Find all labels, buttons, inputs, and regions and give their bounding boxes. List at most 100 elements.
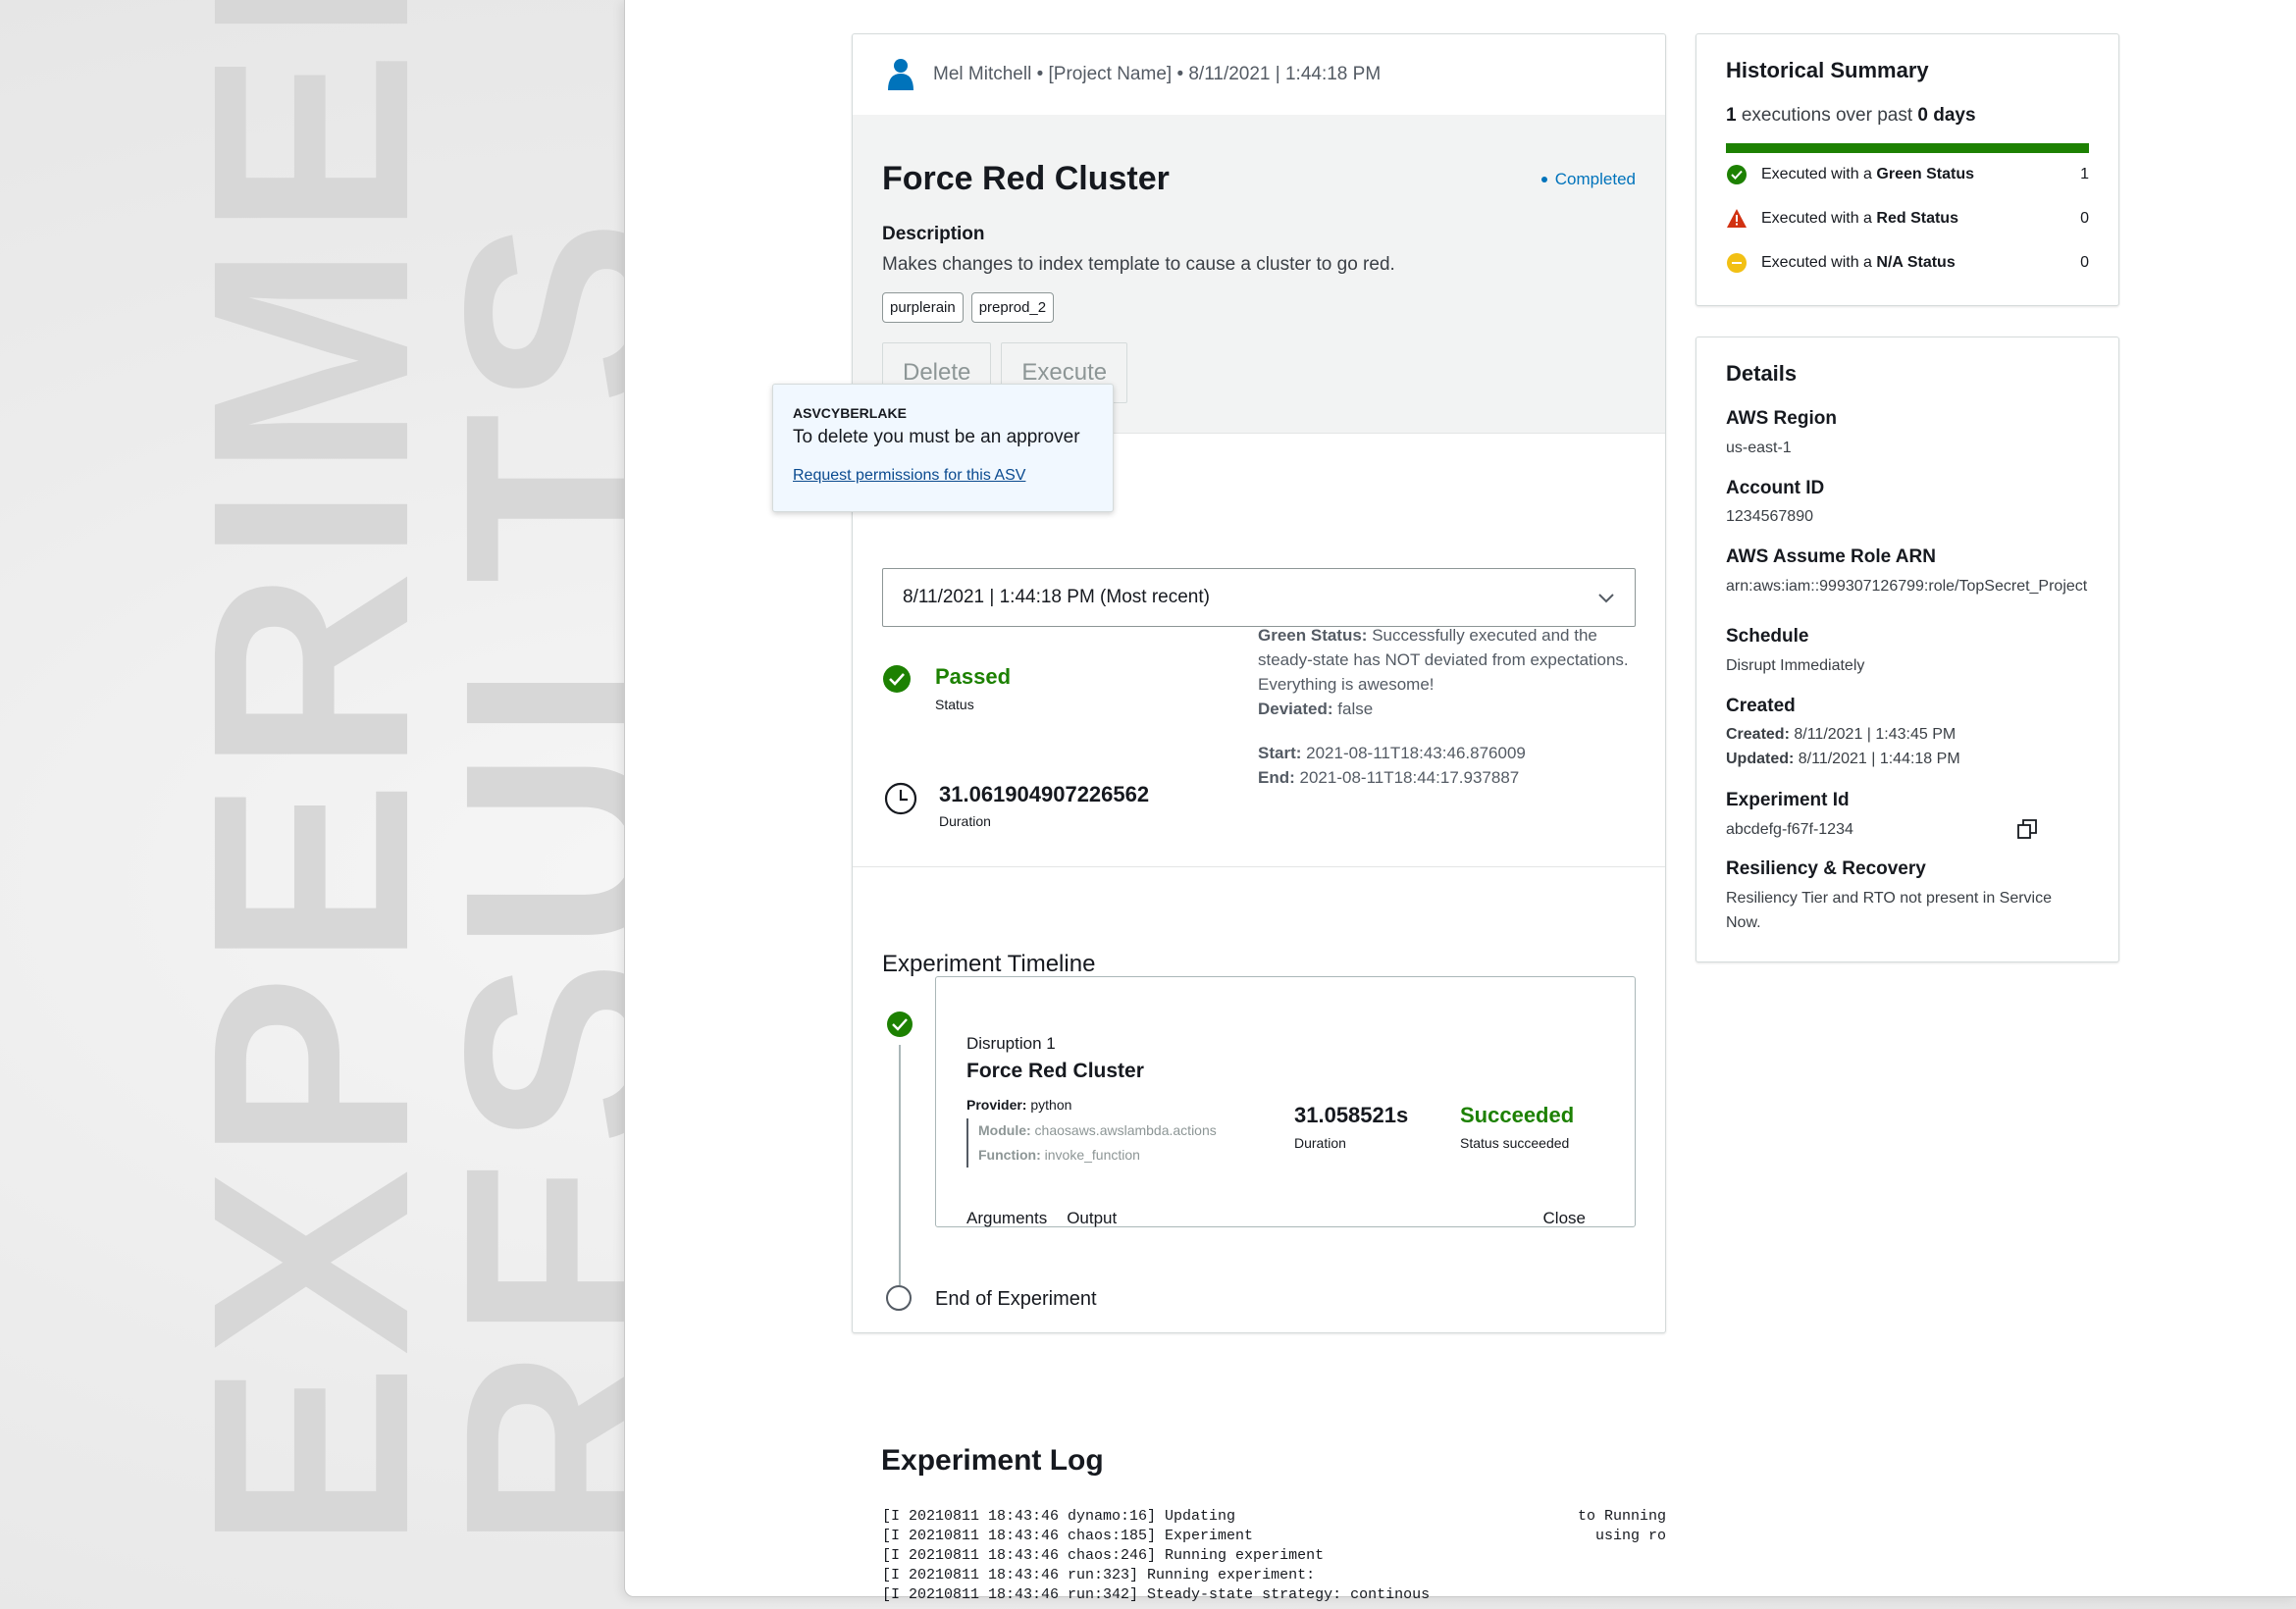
updated-sub-label: Updated: bbox=[1726, 751, 1795, 767]
user-avatar-icon bbox=[888, 59, 913, 90]
function-value: invoke_function bbox=[1044, 1147, 1140, 1163]
disruption-module-info: Module: chaosaws.awslambda.actions Funct… bbox=[966, 1118, 1217, 1168]
disruption-name: Force Red Cluster bbox=[966, 1060, 1144, 1082]
start-label: Start: bbox=[1258, 744, 1302, 762]
green-check-icon bbox=[1727, 165, 1747, 184]
updated-value: 8/11/2021 | 1:44:18 PM bbox=[1798, 751, 1960, 767]
created-label: Created bbox=[1726, 696, 1796, 716]
provider-value: python bbox=[1030, 1097, 1072, 1113]
result-duration-value: 31.061904907226562 bbox=[939, 782, 1150, 806]
tag-purplerain[interactable]: purplerain bbox=[882, 292, 964, 323]
yellow-minus-icon bbox=[1727, 253, 1747, 273]
disruption-card: Disruption 1 Force Red Cluster Provider:… bbox=[935, 976, 1636, 1227]
description-label: Description bbox=[882, 224, 985, 244]
history-row-count: 0 bbox=[2080, 210, 2089, 227]
experiment-id-value: abcdefg-f67f-1234 bbox=[1726, 821, 1853, 838]
deviated-value: false bbox=[1337, 700, 1374, 718]
log-line: [I 20210811 18:43:46 dynamo:16] Updating bbox=[882, 1508, 1236, 1525]
permission-popover: ASVCYBERLAKE To delete you must be an ap… bbox=[772, 384, 1114, 512]
history-row-prefix: Executed with a bbox=[1761, 254, 1877, 271]
status-badge: Completed bbox=[1540, 170, 1636, 189]
copy-icon[interactable] bbox=[2016, 818, 2038, 840]
timeline-line bbox=[899, 1045, 901, 1285]
card-header: Mel Mitchell • [Project Name] • 8/11/202… bbox=[853, 34, 1665, 115]
log-line: [I 20210811 18:43:46 chaos:246] Running … bbox=[882, 1547, 1325, 1564]
run-select[interactable]: 8/11/2021 | 1:44:18 PM (Most recent) bbox=[882, 568, 1636, 627]
resiliency-line-2: Now. bbox=[1726, 914, 1761, 931]
details-card: Details AWS Region us-east-1 Account ID … bbox=[1696, 337, 2119, 962]
timeline-end-label: End of Experiment bbox=[935, 1288, 1097, 1310]
history-row-prefix: Executed with a bbox=[1761, 210, 1877, 227]
days-count: 0 days bbox=[1917, 105, 1976, 126]
clock-icon bbox=[884, 782, 917, 815]
experiment-card: Mel Mitchell • [Project Name] • 8/11/202… bbox=[852, 33, 1666, 1333]
log-line: [I 20210811 18:43:46 run:342] Steady-sta… bbox=[882, 1586, 1431, 1603]
aws-region-label: AWS Region bbox=[1726, 408, 1837, 429]
tab-output[interactable]: Output bbox=[1067, 1209, 1117, 1228]
schedule-value: Disrupt Immediately bbox=[1726, 657, 1865, 674]
aws-region-value: us-east-1 bbox=[1726, 440, 1792, 456]
resiliency-label: Resiliency & Recovery bbox=[1726, 858, 1926, 879]
history-row-green: Executed with a Green Status 1 bbox=[1726, 164, 2089, 185]
account-id-label: Account ID bbox=[1726, 478, 1825, 498]
tag-list: purplerain preprod_2 bbox=[882, 292, 1055, 323]
start-value: 2021-08-11T18:43:46.876009 bbox=[1306, 744, 1526, 762]
function-label: Function: bbox=[978, 1147, 1041, 1163]
timeline-end-circle-icon bbox=[886, 1285, 912, 1311]
red-warning-icon bbox=[1727, 209, 1747, 228]
log-line: [I 20210811 18:43:46 run:323] Running ex… bbox=[882, 1567, 1316, 1583]
status-text: Completed bbox=[1554, 170, 1636, 188]
result-status-label: Status bbox=[935, 697, 974, 712]
popover-title: ASVCYBERLAKE bbox=[793, 405, 907, 421]
section-divider bbox=[853, 866, 1665, 867]
executions-count: 1 bbox=[1726, 105, 1737, 126]
history-row-na: Executed with a N/A Status 0 bbox=[1726, 252, 2089, 274]
disruption-status-label: Status succeeded bbox=[1460, 1135, 1570, 1151]
experiment-title: Force Red Cluster bbox=[882, 160, 1170, 197]
log-line-right: using ro bbox=[1594, 1528, 1666, 1544]
historical-executions-summary: 1 executions over past 0 days bbox=[1726, 105, 1976, 127]
disruption-duration-value: 31.058521s bbox=[1294, 1103, 1409, 1127]
provider-label: Provider: bbox=[966, 1097, 1027, 1113]
disruption-status-value: Succeeded bbox=[1460, 1103, 1575, 1127]
disruption-tabs: Arguments Output bbox=[966, 1209, 1117, 1228]
execution-status-bar bbox=[1726, 143, 2089, 153]
log-lines-right: to Running using ro bbox=[1576, 1507, 1666, 1546]
role-arn-label: AWS Assume Role ARN bbox=[1726, 546, 1936, 567]
tab-arguments[interactable]: Arguments bbox=[966, 1209, 1047, 1228]
module-label: Module: bbox=[978, 1122, 1031, 1138]
history-row-status: Red Status bbox=[1876, 210, 1958, 227]
end-label: End: bbox=[1258, 768, 1295, 787]
close-button[interactable]: Close bbox=[1543, 1209, 1586, 1228]
historical-title: Historical Summary bbox=[1726, 58, 1929, 82]
created-info: Created: 8/11/2021 | 1:43:45 PM Updated:… bbox=[1726, 722, 1960, 771]
history-row-status: Green Status bbox=[1876, 166, 1974, 182]
result-duration-label: Duration bbox=[939, 813, 991, 829]
tag-preprod-2[interactable]: preprod_2 bbox=[970, 292, 1055, 323]
details-title: Details bbox=[1726, 361, 1798, 386]
resiliency-value: Resiliency Tier and RTO not present in S… bbox=[1726, 886, 2052, 935]
log-line-right: to Running bbox=[1577, 1508, 1666, 1525]
run-times-info: Start: 2021-08-11T18:43:46.876009 End: 2… bbox=[1258, 741, 1641, 790]
check-circle-icon bbox=[883, 665, 911, 693]
request-permissions-link[interactable]: Request permissions for this ASV bbox=[793, 467, 1025, 485]
disruption-number: Disruption 1 bbox=[966, 1034, 1056, 1053]
status-dot-icon bbox=[1540, 177, 1547, 182]
history-row-red: Executed with a Red Status 0 bbox=[1726, 208, 2089, 230]
run-select-value: 8/11/2021 | 1:44:18 PM (Most recent) bbox=[903, 587, 1210, 607]
account-id-value: 1234567890 bbox=[1726, 508, 1813, 525]
timeline-check-icon bbox=[887, 1012, 913, 1037]
experiment-byline: Mel Mitchell • [Project Name] • 8/11/202… bbox=[933, 64, 1382, 84]
history-row-status: N/A Status bbox=[1876, 254, 1956, 271]
historical-summary-card: Historical Summary 1 executions over pas… bbox=[1696, 33, 2119, 306]
result-status-value: Passed bbox=[935, 664, 1012, 689]
disruption-duration-label: Duration bbox=[1294, 1135, 1346, 1151]
schedule-label: Schedule bbox=[1726, 626, 1809, 647]
role-arn-value: arn:aws:iam::999307126799:role/TopSecret… bbox=[1726, 578, 2088, 595]
log-lines: [I 20210811 18:43:46 dynamo:16] Updating… bbox=[882, 1507, 1430, 1605]
experiment-id-label: Experiment Id bbox=[1726, 790, 1850, 810]
resiliency-line-1: Resiliency Tier and RTO not present in S… bbox=[1726, 890, 2053, 907]
history-row-count: 0 bbox=[2080, 254, 2089, 271]
log-line: [I 20210811 18:43:46 chaos:185] Experime… bbox=[882, 1528, 1254, 1544]
green-status-info: Green Status: Successfully executed and … bbox=[1258, 623, 1641, 721]
